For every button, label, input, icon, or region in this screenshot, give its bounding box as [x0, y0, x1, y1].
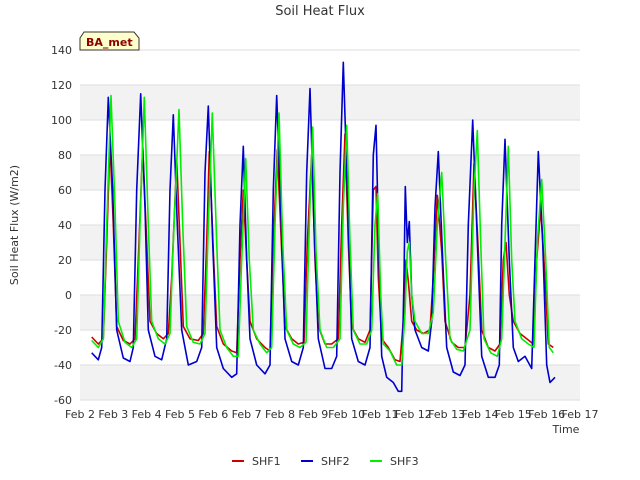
plot-band — [80, 85, 580, 120]
badge-label: BA_met — [86, 36, 133, 49]
plot-band — [80, 295, 580, 330]
plot-band — [80, 365, 580, 400]
x-tick-label: Feb 7 — [232, 408, 262, 421]
x-tick-label: Feb 13 — [428, 408, 465, 421]
y-tick-label: 80 — [58, 149, 72, 162]
y-tick-label: -60 — [54, 394, 72, 407]
x-tick-label: Feb 10 — [328, 408, 365, 421]
y-tick-label: 120 — [51, 79, 72, 92]
x-axis-label: Time — [552, 423, 580, 436]
x-tick-label: Feb 16 — [528, 408, 565, 421]
x-tick-label: Feb 17 — [562, 408, 599, 421]
y-tick-label: 140 — [51, 44, 72, 57]
y-tick-label: 60 — [58, 184, 72, 197]
legend-label-shf1: SHF1 — [252, 455, 281, 468]
legend: SHF1 SHF2 SHF3 — [232, 455, 419, 468]
x-tick-label: Feb 12 — [395, 408, 432, 421]
x-tick-label: Feb 3 — [98, 408, 128, 421]
x-tick-label: Feb 9 — [298, 408, 328, 421]
y-tick-label: -20 — [54, 324, 72, 337]
x-tick-label: Feb 5 — [165, 408, 195, 421]
legend-label-shf3: SHF3 — [390, 455, 419, 468]
y-axis-label: Soil Heat Flux (W/m2) — [8, 165, 21, 285]
x-tick-labels: Feb 2 Feb 3 Feb 4 Feb 5 Feb 6 Feb 7 Feb 8 Feb 9… — [65, 408, 598, 421]
x-tick-label: Feb 15 — [495, 408, 532, 421]
chart-title: Soil Heat Flux — [275, 4, 365, 19]
y-tick-label: -40 — [54, 359, 72, 372]
x-tick-label: Feb 8 — [265, 408, 295, 421]
x-tick-label: Feb 2 — [65, 408, 95, 421]
x-tick-label: Feb 6 — [198, 408, 228, 421]
y-tick-label: 100 — [51, 114, 72, 127]
y-tick-label: 0 — [65, 289, 72, 302]
y-tick-label: 40 — [58, 219, 72, 232]
x-tick-label: Feb 14 — [462, 408, 499, 421]
x-tick-label: Feb 11 — [362, 408, 399, 421]
y-tick-label: 20 — [58, 254, 72, 267]
soil-heat-flux-chart: -60-40-20020406080100120140 Feb 2 Feb 3 Fe… — [0, 0, 640, 480]
x-tick-label: Feb 4 — [132, 408, 162, 421]
legend-label-shf2: SHF2 — [321, 455, 350, 468]
site-badge: BA_met — [79, 31, 140, 51]
